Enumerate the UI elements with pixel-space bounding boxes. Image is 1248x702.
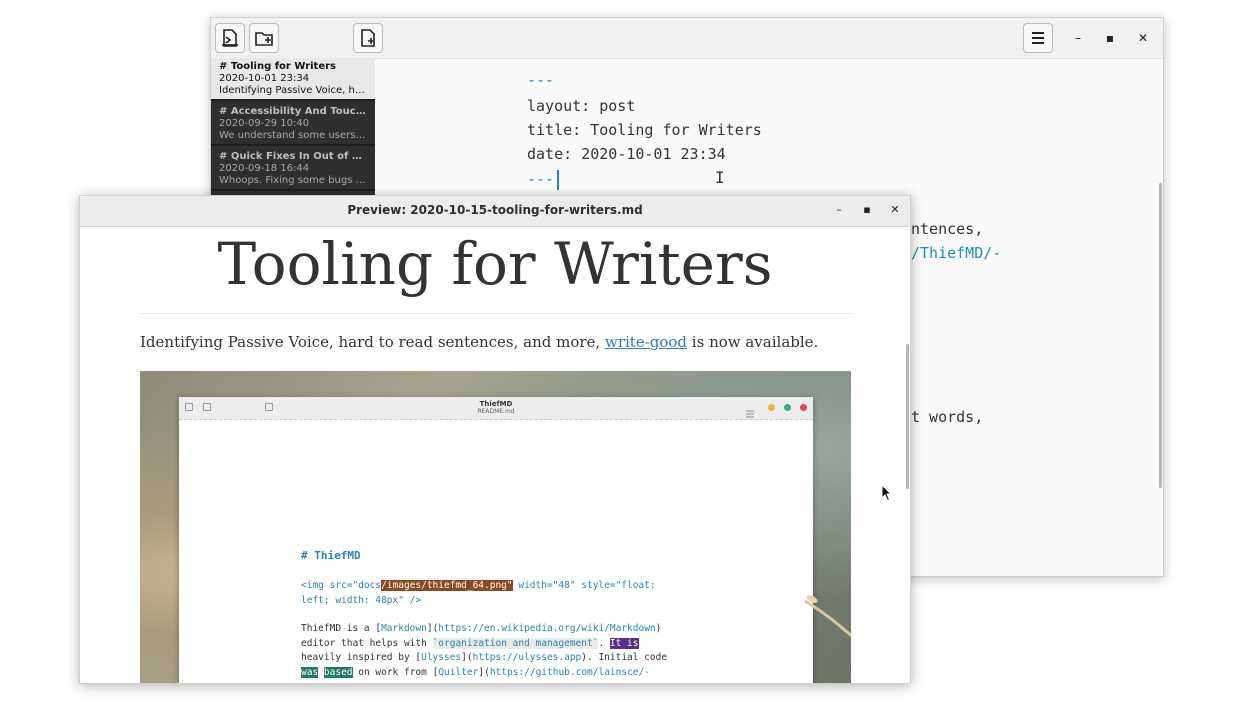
open-sheets-button[interactable]: [215, 23, 245, 53]
hamburger-menu-icon: [1032, 32, 1044, 44]
editor-line: t words,: [911, 408, 984, 426]
sheet-item[interactable]: # Tooling for Writers 2020-10-01 23:34 I…: [211, 58, 375, 101]
hamburger-menu-icon: [746, 403, 754, 418]
sheet-date: 2020-09-29 10:40: [219, 118, 310, 129]
thiefmd-app-title: ThiefMD: [479, 400, 513, 408]
new-folder-icon: [255, 32, 273, 46]
md-code-line: <img src="docs/images/thiefmd_64.png" wi…: [301, 580, 656, 591]
editor-line: date: 2020-10-01 23:34: [527, 145, 726, 163]
sheet-title: # Accessibility And Touch-Ups: [219, 106, 367, 117]
paragraph-text: Identifying Passive Voice, hard to read …: [140, 333, 605, 351]
paragraph-text: is now available.: [687, 333, 819, 351]
open-sheets-icon: [222, 29, 238, 47]
new-folder-button[interactable]: [249, 23, 279, 53]
editor-scrollbar[interactable]: [1159, 183, 1162, 488]
preview-heading: Tooling for Writers: [217, 230, 773, 298]
thiefmd-file-name: README.md: [477, 408, 515, 415]
plant-stem-decoration: [804, 595, 851, 638]
preview-minimize-button[interactable]: –: [831, 202, 847, 218]
preview-scrollbar[interactable]: [906, 344, 909, 489]
close-dot-icon: [800, 404, 807, 411]
sheet-title: # Tooling for Writers: [219, 61, 337, 72]
arrow-cursor-icon: [881, 484, 893, 502]
sheet-date: 2020-10-01 23:34: [219, 73, 310, 84]
preview-titlebar[interactable]: Preview: 2020-10-15-tooling-for-writers.…: [80, 196, 910, 227]
preview-window: Preview: 2020-10-15-tooling-for-writers.…: [79, 195, 911, 684]
new-sheet-button[interactable]: [353, 23, 383, 53]
write-good-link[interactable]: write-good: [605, 333, 687, 351]
editor-close-button[interactable]: ✕: [1134, 29, 1152, 47]
frontmatter-delimiter: ---: [527, 71, 555, 89]
sheet-item[interactable]: # Accessibility And Touch-Ups 2020-09-29…: [211, 103, 375, 146]
md-code-line: was based on work from [Quilter](https:/…: [301, 667, 650, 678]
sheets-sidebar: # Tooling for Writers 2020-10-01 23:34 I…: [211, 58, 375, 196]
md-code-line: ThiefMD is a [Markdown](https://en.wikip…: [301, 623, 662, 634]
sheet-item[interactable]: # Quick Fixes In Out of Box Experience 2…: [211, 148, 375, 191]
heading-divider: [140, 313, 851, 314]
sheet-snippet: Identifying Passive Voice, hard to read …: [219, 85, 367, 96]
sheet-snippet: Whoops. Fixing some bugs found: [219, 175, 367, 186]
md-code-line: heavily inspired by [Ulysses](https://ul…: [301, 652, 668, 663]
new-sheet-icon: [361, 29, 375, 47]
md-code-line: editor that helps with `organization and…: [301, 638, 639, 649]
thiefmd-header-image: ThiefMD README.md: [179, 397, 813, 420]
ibeam-cursor-icon: I: [715, 168, 725, 187]
sheet-snippet: We understand some users use: [219, 130, 367, 141]
frontmatter-delimiter: ---: [527, 170, 555, 188]
preview-close-button[interactable]: ✕: [887, 202, 903, 218]
preview-window-title: Preview: 2020-10-15-tooling-for-writers.…: [347, 203, 643, 217]
preview-maximize-button[interactable]: ▪: [859, 202, 875, 218]
md-code-line: left; width: 48px" />: [301, 595, 422, 606]
text-caret: [557, 170, 559, 190]
editor-line: layout: post: [527, 97, 636, 115]
editor-line: ntences,: [911, 220, 984, 238]
maximize-dot-icon: [784, 404, 791, 411]
preview-paragraph: Identifying Passive Voice, hard to read …: [140, 333, 818, 351]
screenshot-image: ThiefMD README.md # ThiefMD <img src="do…: [140, 371, 851, 683]
editor-maximize-button[interactable]: ▪: [1101, 29, 1119, 47]
editor-line: /ThiefMD/-: [911, 244, 1002, 262]
thiefmd-window-image: ThiefMD README.md # ThiefMD <img src="do…: [179, 397, 813, 683]
sheet-date: 2020-09-18 16:44: [219, 163, 310, 174]
sheet-title: # Quick Fixes In Out of Box Experience: [219, 151, 367, 162]
minimize-dot-icon: [768, 404, 775, 411]
editor-minimize-button[interactable]: –: [1069, 29, 1087, 47]
editor-line: title: Tooling for Writers: [527, 121, 762, 139]
md-heading: # ThiefMD: [301, 549, 361, 562]
menu-button[interactable]: [1023, 23, 1053, 53]
editor-header-bar: – ▪ ✕: [211, 18, 1163, 59]
